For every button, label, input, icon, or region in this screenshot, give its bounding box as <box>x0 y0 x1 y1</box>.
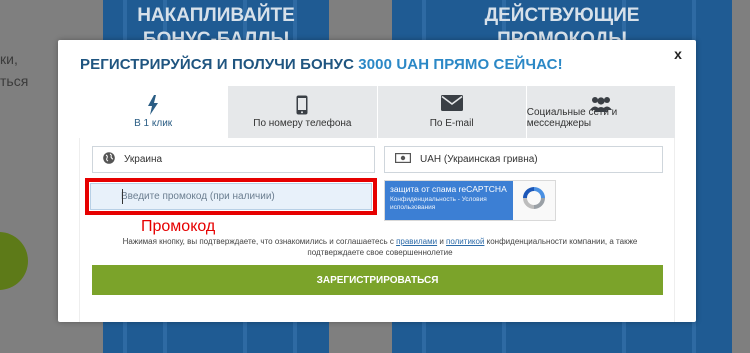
rules-link[interactable]: правилами <box>396 237 437 246</box>
users-icon <box>589 95 613 116</box>
modal-title-accent: 3000 UAH ПРЯМО СЕЙЧАС! <box>358 56 563 73</box>
agreement-text: Нажимая кнопку, вы подтверждаете, что оз… <box>110 236 650 258</box>
background-left-text: ки, ться <box>0 48 28 92</box>
recaptcha-widget[interactable]: защита от спама reCAPTCHA Конфиденциальн… <box>384 180 556 221</box>
country-select[interactable]: Украина <box>92 146 375 173</box>
recaptcha-icon <box>520 184 548 217</box>
promo-code-input[interactable] <box>90 183 372 210</box>
registration-form: Украина UAH (Украинская гривна) защита о… <box>79 138 675 322</box>
recaptcha-logo-panel <box>513 181 555 220</box>
tab-one-click-label: В 1 клик <box>134 118 173 129</box>
modal-title-main: РЕГИСТРИРУЙСЯ И ПОЛУЧИ БОНУС <box>80 56 355 73</box>
phone-icon <box>296 95 308 118</box>
globe-icon <box>103 152 115 167</box>
text-caret <box>122 189 123 204</box>
close-button[interactable]: x <box>670 46 686 62</box>
recaptcha-text-panel: защита от спама reCAPTCHA Конфиденциальн… <box>385 181 513 220</box>
lightning-icon <box>148 95 159 118</box>
country-value: Украина <box>124 154 163 165</box>
background-green-circle <box>0 232 28 290</box>
privacy-policy-link[interactable]: политикой <box>446 237 484 246</box>
promo-annotation-label: Промокод <box>141 218 216 235</box>
register-button[interactable]: ЗАРЕГИСТРИРОВАТЬСЯ <box>92 265 663 295</box>
registration-tabs: В 1 клик По номеру телефона По E-mail Со… <box>79 86 675 138</box>
tab-one-click[interactable]: В 1 клик <box>79 86 228 138</box>
modal-title: РЕГИСТРИРУЙСЯ И ПОЛУЧИ БОНУС 3000 UAH ПР… <box>80 56 563 73</box>
tab-phone-label: По номеру телефона <box>253 118 352 129</box>
banner-promocodes-line-1: ДЕЙСТВУЮЩИЕ <box>484 5 640 26</box>
agreement-text-part-2: и <box>437 237 447 246</box>
tab-email-label: По E-mail <box>429 118 474 129</box>
registration-modal: РЕГИСТРИРУЙСЯ И ПОЛУЧИ БОНУС 3000 UAH ПР… <box>58 40 696 322</box>
agreement-text-part-1: Нажимая кнопку, вы подтверждаете, что оз… <box>122 237 397 246</box>
currency-value: UAH (Украинская гривна) <box>420 154 538 165</box>
banknote-icon <box>395 153 412 166</box>
envelope-icon <box>440 95 463 114</box>
tab-phone[interactable]: По номеру телефона <box>227 86 377 138</box>
currency-select[interactable]: UAH (Украинская гривна) <box>384 146 663 173</box>
tab-email[interactable]: По E-mail <box>376 86 526 138</box>
banner-bonus-line-1: НАКАПЛИВАЙТЕ <box>137 5 295 26</box>
tab-social[interactable]: Социальные сети и мессенджеры <box>525 86 675 138</box>
background-left-line-2: ться <box>0 73 29 89</box>
recaptcha-title: защита от спама reCAPTCHA <box>390 184 507 194</box>
background-left-line-1: ки, <box>0 51 18 67</box>
recaptcha-privacy-terms[interactable]: Конфиденциальность - Условия использован… <box>390 196 508 212</box>
